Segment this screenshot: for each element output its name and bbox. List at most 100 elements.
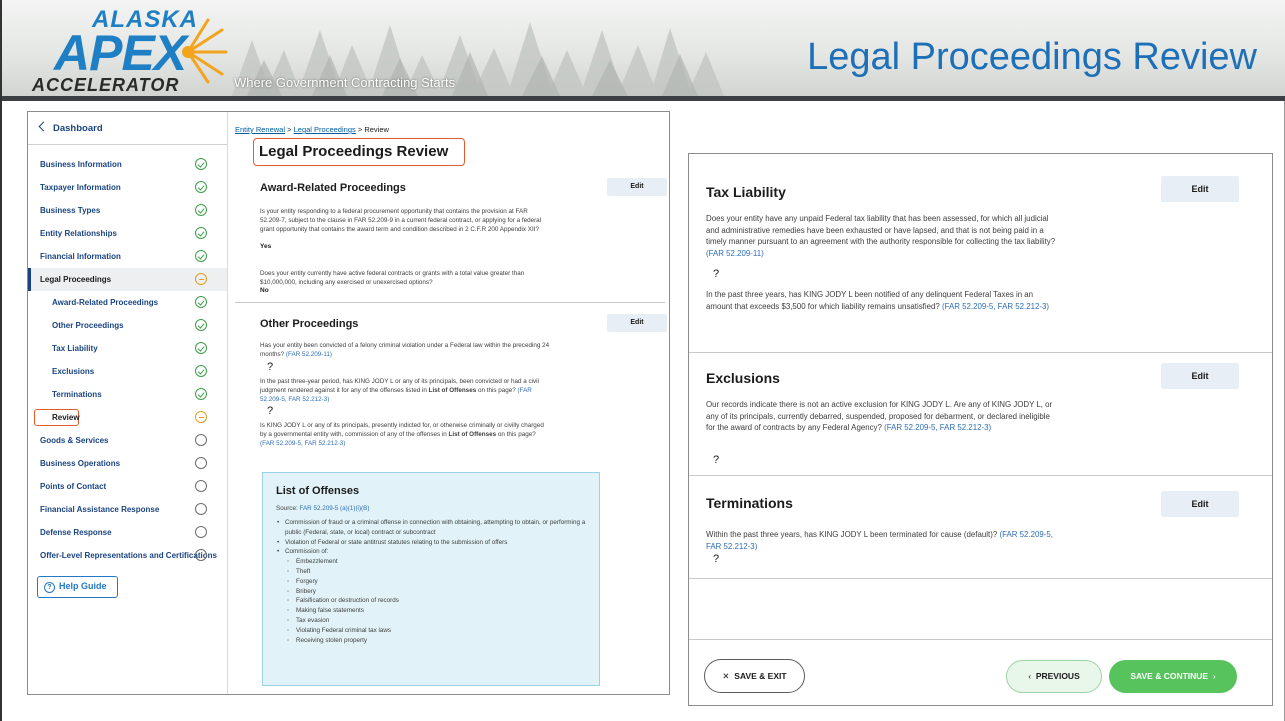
sidebar-item-other-proceedings[interactable]: Other Proceedings — [28, 314, 227, 337]
list-item: Commission of fraud or a criminal offens… — [276, 518, 596, 538]
far-reference-link[interactable]: (FAR 52.209-5, FAR 52.212-3) — [260, 440, 345, 447]
save-continue-button[interactable]: SAVE & CONTINUE › — [1109, 660, 1237, 693]
far-reference-link[interactable]: (FAR 52.209-11) — [286, 351, 332, 358]
sidebar-item-tax-liability[interactable]: Tax Liability — [28, 337, 227, 360]
question-tail: on this page? — [477, 387, 516, 394]
sidebar-item-label: Other Proceedings — [52, 321, 124, 330]
sidebar-item-label: Entity Relationships — [40, 229, 117, 238]
help-guide-label: Help Guide — [59, 581, 107, 591]
section-divider — [689, 578, 1272, 579]
other-answer-2: ? — [267, 405, 274, 417]
page-title: Legal Proceedings Review — [259, 143, 449, 160]
sidebar-item-label: Business Operations — [40, 459, 121, 468]
dashboard-back-link[interactable]: Dashboard — [28, 112, 227, 145]
tax-question-2: In the past three years, has KING JODY L… — [706, 289, 1056, 312]
sidebar-item-exclusions[interactable]: Exclusions — [28, 360, 227, 383]
sidebar-item-legal-proceedings[interactable]: Legal Proceedings — [28, 268, 227, 291]
other-question-3: Is KING JODY L or any of its principals,… — [260, 421, 550, 448]
edit-other-button[interactable]: Edit — [607, 314, 667, 332]
offenses-list: Commission of fraud or a criminal offens… — [276, 518, 596, 645]
sidebar-item-label: Business Information — [40, 160, 122, 169]
question-tail: on this page? — [497, 431, 536, 438]
sidebar-item-points-of-contact[interactable]: Points of Contact — [28, 475, 227, 498]
save-continue-label: SAVE & CONTINUE — [1130, 671, 1209, 681]
edit-award-button[interactable]: Edit — [607, 178, 667, 196]
edit-exclusions-button[interactable]: Edit — [1161, 363, 1239, 389]
sidebar-item-financial-information[interactable]: Financial Information — [28, 245, 227, 268]
sidebar-item-offer-level-reps-certs[interactable]: Offer-Level Representations and Certific… — [28, 544, 227, 567]
complete-check-icon — [195, 158, 207, 170]
complete-check-icon — [195, 296, 207, 308]
award-related-heading: Award-Related Proceedings — [260, 182, 406, 194]
previous-label: PREVIOUS — [1035, 671, 1080, 681]
offenses-source: Source: FAR 52.209-5 (a)(1)(i)(B) — [276, 505, 369, 512]
other-question-1: Has your entity been convicted of a felo… — [260, 341, 550, 359]
slide-title: Legal Proceedings Review — [807, 36, 1257, 78]
far-reference-link[interactable]: (FAR 52.209-5, FAR 52.212-3) — [942, 302, 1049, 311]
complete-check-icon — [195, 319, 207, 331]
section-divider — [689, 639, 1272, 640]
tax-liability-heading: Tax Liability — [706, 184, 786, 200]
terminations-answer-1: ? — [713, 553, 720, 565]
complete-check-icon — [195, 342, 207, 354]
terminations-heading: Terminations — [706, 495, 793, 511]
far-reference-link[interactable]: (FAR 52.209-5, FAR 52.212-3) — [884, 423, 991, 432]
list-sub-item: Embezzlement — [276, 557, 596, 567]
sidebar-item-goods-services[interactable]: Goods & Services — [28, 429, 227, 452]
edit-terminations-button[interactable]: Edit — [1161, 491, 1239, 517]
exclusions-question-1: Our records indicate there is not an act… — [706, 399, 1056, 434]
award-answer-2: No — [260, 287, 269, 294]
sidebar-item-business-operations[interactable]: Business Operations — [28, 452, 227, 475]
sidebar-item-business-types[interactable]: Business Types — [28, 199, 227, 222]
list-sub-item: Tax evasion — [276, 616, 596, 626]
not-started-icon — [195, 434, 207, 446]
source-reference-link[interactable]: FAR 52.209-5 (a)(1)(i)(B) — [299, 505, 369, 512]
help-guide-button[interactable]: ? Help Guide — [37, 576, 118, 598]
other-question-2: In the past three-year period, has KING … — [260, 377, 550, 404]
sidebar-item-label: Financial Information — [40, 252, 121, 261]
chevron-right-icon: › — [1212, 671, 1216, 681]
question-text: Our records indicate there is not an act… — [706, 400, 1053, 432]
far-reference-link[interactable]: (FAR 52.209-11) — [706, 249, 764, 258]
chevron-left-icon: ‹ — [1028, 671, 1032, 681]
close-icon: ✕ — [722, 671, 730, 681]
sidebar-item-label: Offer-Level Representations and Certific… — [40, 551, 217, 560]
header-banner: ALASKA APEX ACCELERATOR Where Government… — [2, 0, 1285, 101]
list-item: Commission of: — [276, 547, 596, 557]
save-exit-label: SAVE & EXIT — [734, 671, 787, 681]
sidebar-item-entity-relationships[interactable]: Entity Relationships — [28, 222, 227, 245]
review-screenshot-panel: Dashboard Business Information Taxpayer … — [27, 111, 670, 695]
sidebar-item-defense-response[interactable]: Defense Response — [28, 521, 227, 544]
other-answer-1: ? — [267, 361, 274, 373]
exclusions-answer-1: ? — [713, 454, 720, 466]
breadcrumb-link-legal-proceedings[interactable]: Legal Proceedings — [294, 125, 356, 134]
question-text: Within the past three years, has KING JO… — [706, 530, 998, 539]
question-circle-icon: ? — [44, 582, 55, 593]
award-question-2: Does your entity currently have active f… — [260, 270, 525, 286]
edit-tax-liability-button[interactable]: Edit — [1161, 176, 1239, 202]
sidebar-item-terminations[interactable]: Terminations — [28, 383, 227, 406]
side-navigation: Dashboard Business Information Taxpayer … — [28, 112, 228, 694]
sidebar-item-business-information[interactable]: Business Information — [28, 153, 227, 176]
save-exit-button[interactable]: ✕ SAVE & EXIT — [704, 659, 805, 693]
previous-button[interactable]: ‹ PREVIOUS — [1006, 660, 1102, 693]
breadcrumb-link-entity-renewal[interactable]: Entity Renewal — [235, 125, 285, 134]
sidebar-item-label: Award-Related Proceedings — [52, 298, 159, 307]
not-started-icon — [195, 503, 207, 515]
tax-answer-1: ? — [713, 268, 720, 280]
review-content: Entity Renewal > Legal Proceedings > Rev… — [235, 112, 667, 694]
list-of-offenses-box: List of Offenses Source: FAR 52.209-5 (a… — [262, 472, 600, 686]
chevron-left-icon — [38, 121, 49, 132]
list-sub-item: Forgery — [276, 577, 596, 587]
tax-question-1: Does your entity have any unpaid Federal… — [706, 213, 1056, 259]
sidebar-item-review[interactable]: Review — [28, 406, 227, 429]
sidebar-item-taxpayer-information[interactable]: Taxpayer Information — [28, 176, 227, 199]
sidebar-item-award-related-proceedings[interactable]: Award-Related Proceedings — [28, 291, 227, 314]
sidebar-item-label: Tax Liability — [52, 344, 98, 353]
sidebar-item-financial-assistance-response[interactable]: Financial Assistance Response — [28, 498, 227, 521]
sidebar-item-label: Review — [52, 413, 80, 422]
offenses-title: List of Offenses — [276, 485, 360, 497]
not-started-icon — [195, 526, 207, 538]
complete-check-icon — [195, 250, 207, 262]
sidebar-item-label: Taxpayer Information — [40, 183, 121, 192]
